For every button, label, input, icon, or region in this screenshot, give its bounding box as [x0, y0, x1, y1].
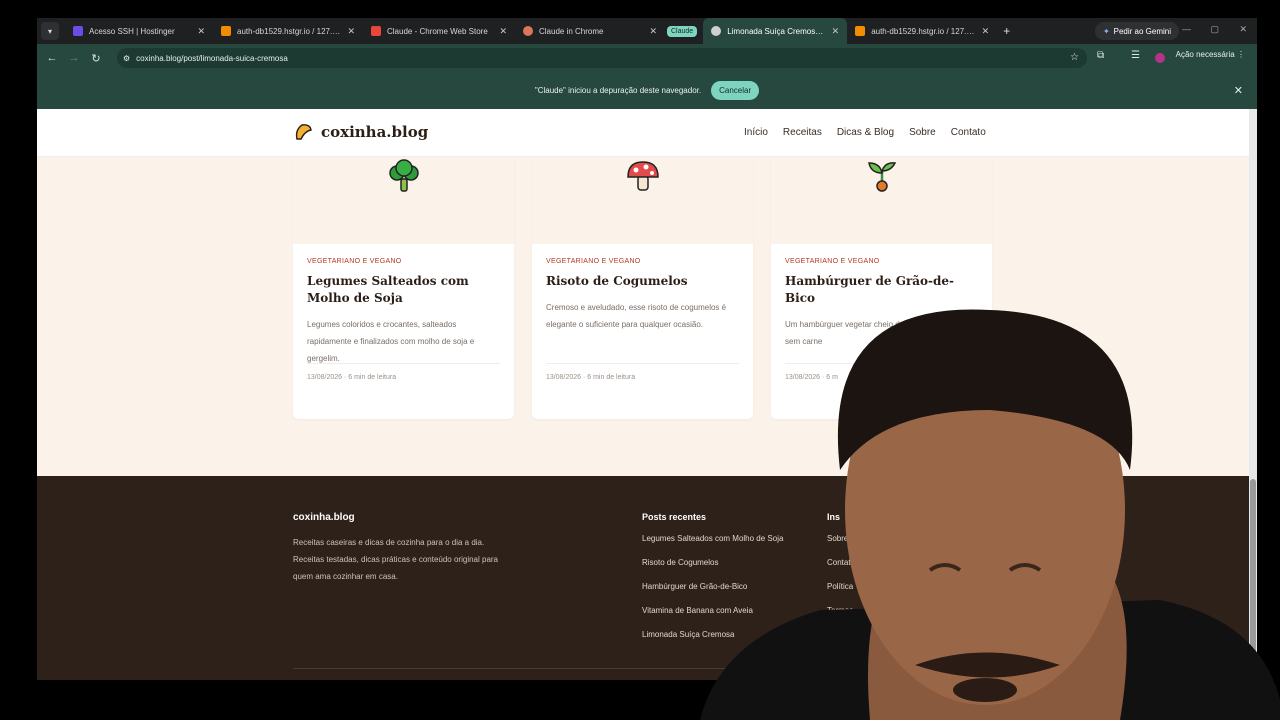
footer-description: Receitas caseiras e dicas de cozinha par… [293, 538, 499, 581]
footer-brand: coxinha.blog [293, 512, 355, 523]
close-icon[interactable]: ✕ [197, 26, 205, 37]
footer-recent-list: Legumes Salteados com Molho de Soja Riso… [642, 534, 783, 654]
footer-link[interactable]: Sobre [827, 534, 855, 558]
footer-link[interactable]: Hambúrguer de Grão-de-Bico [642, 582, 783, 606]
tab-search-icon[interactable]: ☰ [1131, 50, 1140, 61]
tab-title: Claude - Chrome Web Store [387, 26, 488, 36]
tab-title: Limonada Suíça Cremosa | coxi [727, 26, 825, 36]
logo-text: coxinha.blog [321, 123, 429, 141]
bookmark-star-icon[interactable]: ☆ [1070, 52, 1079, 63]
footer-link[interactable]: Legumes Salteados com Molho de Soja [642, 534, 783, 558]
tab-strip: ▾ Acesso SSH | Hostinger ✕ auth-db1529.h… [37, 18, 1257, 44]
tab-phpmyadmin-1[interactable]: auth-db1529.hstgr.io / 127.0.0 ✕ [213, 18, 363, 44]
card-description: Legumes coloridos e crocantes, salteados… [307, 320, 475, 363]
back-icon[interactable]: ← [41, 52, 63, 64]
card-title[interactable]: Hambúrguer de Grão-de-Bico [785, 273, 978, 307]
close-infobar-icon[interactable]: ✕ [1234, 84, 1243, 97]
card-title[interactable]: Legumes Salteados com Molho de Soja [307, 273, 500, 307]
tab-claude-in-chrome[interactable]: Claude in Chrome ✕ [515, 18, 665, 44]
tab-title: auth-db1529.hstgr.io / 127.0.0 [237, 26, 342, 36]
card-meta: 13/08/2026 · 6 min de leitura [307, 363, 500, 381]
phpmyadmin-icon [855, 26, 866, 36]
cancel-debug-button[interactable]: Cancelar [711, 81, 760, 100]
gemini-button[interactable]: ✦ Pedir ao Gemini [1094, 22, 1179, 40]
claude-icon [523, 26, 533, 36]
window-close-icon[interactable]: ✕ [1239, 24, 1247, 35]
seedling-icon [868, 162, 897, 192]
card-category: Vegetariano e Vegano [546, 258, 641, 265]
page-viewport: Vegetariano e Vegano Legumes Salteados c… [37, 109, 1249, 680]
close-icon[interactable]: ✕ [832, 26, 840, 37]
tab-hostinger[interactable]: Acesso SSH | Hostinger ✕ [65, 18, 213, 44]
footer-link[interactable]: Termos [827, 606, 855, 630]
footer-link[interactable]: Política [827, 582, 855, 606]
nav-dicas-blog[interactable]: Dicas & Blog [837, 127, 894, 138]
address-bar[interactable]: ⚙ coxinha.blog/post/limonada-suica-cremo… [117, 48, 1087, 68]
tab-search-button[interactable]: ▾ [41, 22, 59, 40]
footer-recent-heading: Posts recentes [642, 512, 707, 522]
url-text: coxinha.blog/post/limonada-suica-cremosa [136, 53, 288, 63]
close-icon[interactable]: ✕ [499, 26, 507, 37]
nav-sobre[interactable]: Sobre [909, 127, 936, 138]
extensions-icon[interactable]: ⧉ [1097, 50, 1104, 61]
site-info-icon[interactable]: ⚙ [123, 54, 130, 63]
sparkle-icon: ✦ [1102, 26, 1110, 36]
close-icon[interactable]: ✕ [347, 26, 355, 37]
action-needed-button[interactable]: Ação necessária ⋮ [1176, 50, 1245, 59]
debug-message: "Claude" iniciou a depuração deste naveg… [534, 86, 702, 95]
site-header: coxinha.blog Início Receitas Dicas & Blo… [37, 109, 1249, 157]
minimize-icon[interactable]: — [1182, 24, 1191, 34]
footer-divider [293, 668, 993, 669]
tab-chrome-store[interactable]: Claude - Chrome Web Store ✕ [363, 18, 515, 44]
tab-group-label[interactable]: Claude [667, 25, 698, 37]
profile-avatar[interactable] [1155, 53, 1165, 63]
tab-title: Acesso SSH | Hostinger [89, 26, 175, 36]
restore-icon[interactable]: ▢ [1210, 24, 1219, 35]
footer-link[interactable]: Limonada Suíça Cremosa [642, 630, 783, 654]
site-logo[interactable]: coxinha.blog [293, 122, 428, 142]
footer-link[interactable]: Vitamina de Banana com Aveia [642, 606, 783, 630]
new-tab-button[interactable]: + [1003, 24, 1010, 38]
browser-toolbar: ← → ↻ ⚙ coxinha.blog/post/limonada-suica… [37, 44, 1257, 72]
chrome-store-icon [371, 26, 381, 36]
card-meta: 13/08/2026 · 6 min de leitura [546, 363, 739, 381]
nav-receitas[interactable]: Receitas [783, 127, 822, 138]
forward-icon[interactable]: → [63, 52, 85, 64]
tab-phpmyadmin-2[interactable]: auth-db1529.hstgr.io / 127.0.0 ✕ [847, 18, 997, 44]
phpmyadmin-icon [221, 26, 231, 36]
globe-icon [711, 26, 722, 36]
gemini-label: Pedir ao Gemini [1113, 26, 1171, 36]
card-category: Vegetariano e Vegano [307, 258, 402, 265]
card-description: Um hambúrguer vegetar cheio de textura, … [785, 320, 975, 346]
card-title[interactable]: Risoto de Cogumelos [546, 273, 739, 290]
card-meta: 13/08/2026 · 6 m [785, 363, 978, 381]
tab-title: auth-db1529.hstgr.io / 127.0.0 [871, 26, 976, 36]
tab-limonada[interactable]: Limonada Suíça Cremosa | coxi ✕ [703, 18, 848, 44]
card-description: Cremoso e aveludado, esse risoto de cogu… [546, 303, 727, 329]
nav-inicio[interactable]: Início [744, 127, 768, 138]
tab-title: Claude in Chrome [539, 26, 604, 36]
action-needed-label: Ação necessária [1175, 50, 1235, 59]
hostinger-icon [73, 26, 83, 36]
reload-icon[interactable]: ↻ [85, 52, 107, 65]
coxinha-icon [295, 124, 312, 140]
close-icon[interactable]: ✕ [982, 26, 990, 37]
mushroom-icon [627, 161, 659, 191]
browser-window: ▾ Acesso SSH | Hostinger ✕ auth-db1529.h… [37, 18, 1257, 680]
card-category: Vegetariano e Vegano [785, 258, 880, 265]
main-nav: Início Receitas Dicas & Blog Sobre Conta… [744, 127, 986, 138]
footer-link[interactable]: Risoto de Cogumelos [642, 558, 783, 582]
footer-inst-heading: Ins [827, 512, 841, 522]
broccoli-icon [389, 159, 419, 192]
site-footer: coxinha.blog Receitas caseiras e dicas d… [37, 476, 1249, 680]
debugging-infobar: "Claude" iniciou a depuração deste naveg… [37, 72, 1257, 109]
nav-contato[interactable]: Contato [951, 127, 986, 138]
footer-inst-list: Sobre Contato Política Termos [827, 534, 855, 630]
close-icon[interactable]: ✕ [649, 26, 657, 37]
page-scrollbar[interactable] [1249, 109, 1257, 680]
scrollbar-thumb[interactable] [1250, 479, 1256, 655]
footer-link[interactable]: Contato [827, 558, 855, 582]
